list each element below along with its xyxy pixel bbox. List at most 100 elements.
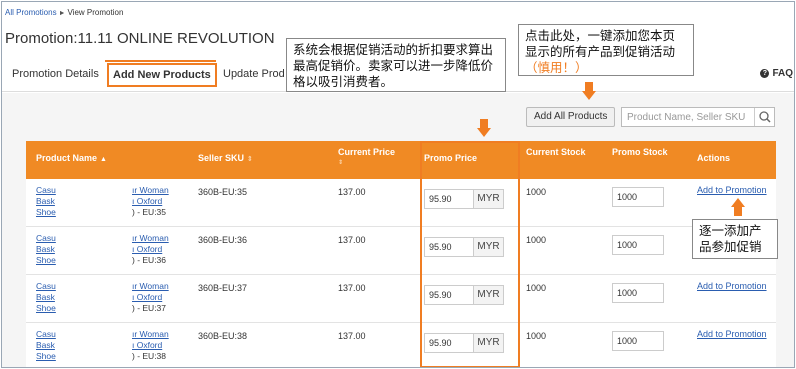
promo-stock-input[interactable] [612,331,664,351]
product-name-line[interactable]: ır Woman [132,281,169,291]
breadcrumb-separator: ► [58,10,66,17]
product-name-line[interactable]: Casu [36,281,56,291]
faq-label: FAQ [772,68,793,79]
header-actions: Actions [697,153,731,163]
search-input[interactable] [622,108,754,126]
header-current-price[interactable]: Current Price ⇕ [338,147,395,166]
currency-label: MYR [473,334,503,352]
header-product-name-label: Product Name [36,153,98,163]
promo-stock-input[interactable] [612,187,664,207]
seller-sku: 360B-EU:36 [198,235,248,245]
product-name-line[interactable]: Shoe [36,351,56,361]
product-name-line[interactable]: Bask [36,196,55,206]
promo-price-input[interactable] [425,334,475,352]
product-name-line[interactable]: Casu [36,185,56,195]
current-price: 137.00 [338,331,366,341]
product-name-line[interactable]: Casu [36,233,56,243]
add-all-products-button[interactable]: Add All Products [526,107,616,127]
product-variant: ) - EU:37 [132,303,167,313]
seller-sku: 360B-EU:38 [198,331,248,341]
product-name-line[interactable]: Bask [36,340,55,350]
search-button[interactable] [754,108,774,126]
active-tab-indicator [105,60,216,62]
table-header: Product Name ▲ Seller SKU ⇕ Current Price ⇕… [26,141,776,179]
product-name-line[interactable]: Bask [36,244,55,254]
page-frame: All Promotions ► View Promotion Promotion:… [1,1,795,368]
add-to-promotion-link[interactable]: Add to Promotion [697,281,767,291]
add-to-promotion-link[interactable]: Add to Promotion [697,329,767,339]
tab-add-new-products[interactable]: Add New Products [107,63,217,87]
product-name-line[interactable]: ır Woman [132,233,169,243]
product-variant: ) - EU:36 [132,255,167,265]
promo-price-field: MYR [424,237,504,257]
breadcrumb: All Promotions ► View Promotion [5,8,123,17]
tab-update-products[interactable]: Update Prod [223,68,285,80]
product-name-line[interactable]: ı Oxford [132,244,162,254]
sort-asc-icon: ▲ [100,156,107,163]
current-price: 137.00 [338,235,366,245]
product-name-right: ır Woman ı Oxford) - EU:38 [132,329,169,362]
current-stock: 1000 [526,283,547,293]
products-table: Product Name ▲ Seller SKU ⇕ Current Price ⇕… [26,141,776,367]
search-icon [759,111,771,123]
seller-sku: 360B-EU:37 [198,283,248,293]
help-icon: ? [760,69,770,78]
product-name-line[interactable]: Shoe [36,255,56,265]
product-variant: ) - EU:38 [132,351,167,361]
callout-discount-note: 系统会根据促销活动的折扣要求算出最高促销价。卖家可以进一步降低价格以吸引消费者。 [286,38,506,92]
currency-label: MYR [473,238,503,256]
header-seller-sku[interactable]: Seller SKU ⇕ [198,153,253,163]
product-variant: ) - EU:35 [132,207,167,217]
sort-icon: ⇕ [247,156,253,163]
header-promo-stock: Promo Stock [612,147,668,157]
current-price: 137.00 [338,187,366,197]
callout-add-all-warning: （慎用！） [525,60,588,75]
current-stock: 1000 [526,331,547,341]
header-product-name[interactable]: Product Name ▲ [36,153,107,163]
faq-link[interactable]: ? FAQ [760,68,793,79]
product-name-line[interactable]: ır Woman [132,185,169,195]
table-row: Casu Bask Shoe ır Woman ı Oxford) - EU:36 360… [26,227,776,275]
arrow-down-icon [582,82,596,100]
header-promo-price: Promo Price [424,153,478,163]
currency-label: MYR [473,190,503,208]
add-to-promotion-link[interactable]: Add to Promotion [697,185,767,195]
tab-promotion-details[interactable]: Promotion Details [12,68,99,80]
page-title: Promotion:11.11 ONLINE REVOLUTION [5,30,275,47]
table-row: Casu Bask Shoe ır Woman ı Oxford) - EU:38 360… [26,323,776,367]
product-name-line[interactable]: Bask [36,292,55,302]
product-name-left: Casu Bask Shoe [36,329,56,362]
product-name-line[interactable]: Shoe [36,303,56,313]
product-name-line[interactable]: ır Woman [132,329,169,339]
promo-stock-input[interactable] [612,235,664,255]
product-search [621,107,775,127]
currency-label: MYR [473,286,503,304]
current-price: 137.00 [338,283,366,293]
product-name-right: ır Woman ı Oxford) - EU:37 [132,281,169,314]
product-name-left: Casu Bask Shoe [36,185,56,218]
header-current-stock: Current Stock [526,147,586,157]
product-name-left: Casu Bask Shoe [36,233,56,266]
arrow-up-icon [731,198,745,216]
breadcrumb-current: View Promotion [67,8,124,17]
arrow-down-icon [477,119,491,137]
promo-stock-input[interactable] [612,283,664,303]
table-body: Casu Bask Shoe ır Woman ı Oxford) - EU:35 360… [26,179,776,367]
promo-price-input[interactable] [425,190,475,208]
current-stock: 1000 [526,235,547,245]
product-name-line[interactable]: ı Oxford [132,340,162,350]
header-seller-sku-label: Seller SKU [198,153,245,163]
product-name-line[interactable]: ı Oxford [132,292,162,302]
promo-price-field: MYR [424,333,504,353]
product-name-right: ır Woman ı Oxford) - EU:35 [132,185,169,218]
product-name-line[interactable]: Casu [36,329,56,339]
callout-add-all-text: 点击此处，一键添加您本页显示的所有产品到促销活动 [525,28,676,59]
promo-price-field: MYR [424,189,504,209]
product-name-line[interactable]: ı Oxford [132,196,162,206]
promo-price-field: MYR [424,285,504,305]
promo-price-input[interactable] [425,238,475,256]
breadcrumb-all-promotions[interactable]: All Promotions [5,8,57,17]
product-name-line[interactable]: Shoe [36,207,56,217]
sort-icon: ⇕ [338,160,344,166]
promo-price-input[interactable] [425,286,475,304]
